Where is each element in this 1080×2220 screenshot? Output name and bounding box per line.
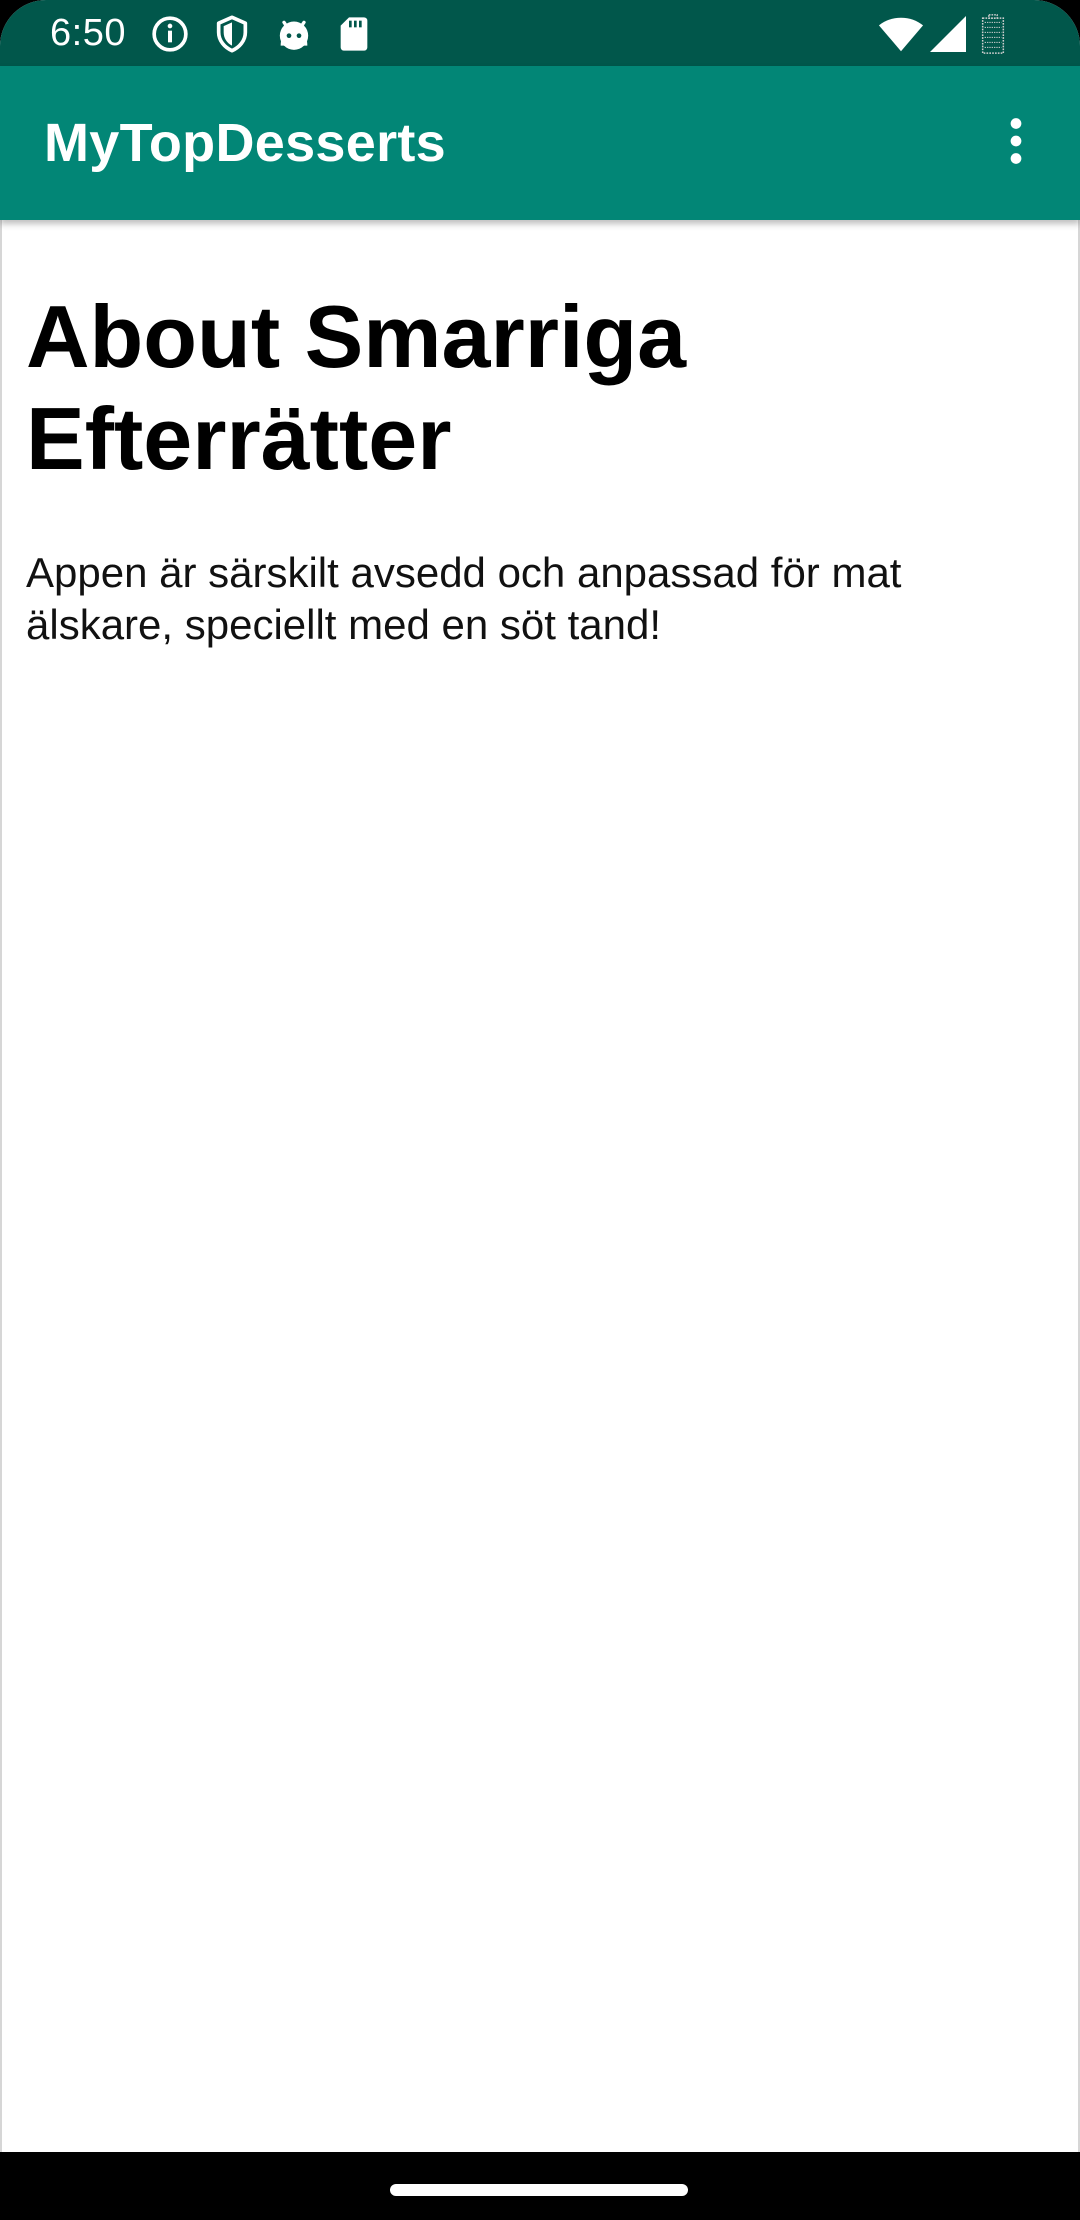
about-description: Appen är särskilt avsedd och anpassad fö… [26,549,902,648]
sd-card-icon [334,14,374,54]
navigation-bar [0,2152,1080,2220]
android-debug-icon [274,14,314,54]
app-bar: MyTopDesserts [0,66,1080,220]
home-gesture-handle[interactable] [390,2184,688,2196]
battery-icon [980,14,1006,54]
status-time: 6:50 [50,12,126,54]
overflow-menu-button[interactable] [974,99,1058,183]
cell-signal-icon [928,14,968,54]
shield-icon [212,14,252,54]
more-vert-icon [1010,118,1022,164]
about-content: About Smarriga Efterrätter Appen är särs… [0,220,1080,2152]
phone-screen: 6:50 MyTopDesserts About Smarriga Efterr… [0,0,1080,2220]
page-title: About Smarriga Efterrätter [26,287,687,488]
wifi-icon [878,14,924,54]
app-title: MyTopDesserts [44,113,447,173]
status-bar: 6:50 [0,0,1080,66]
info-icon [150,14,190,54]
